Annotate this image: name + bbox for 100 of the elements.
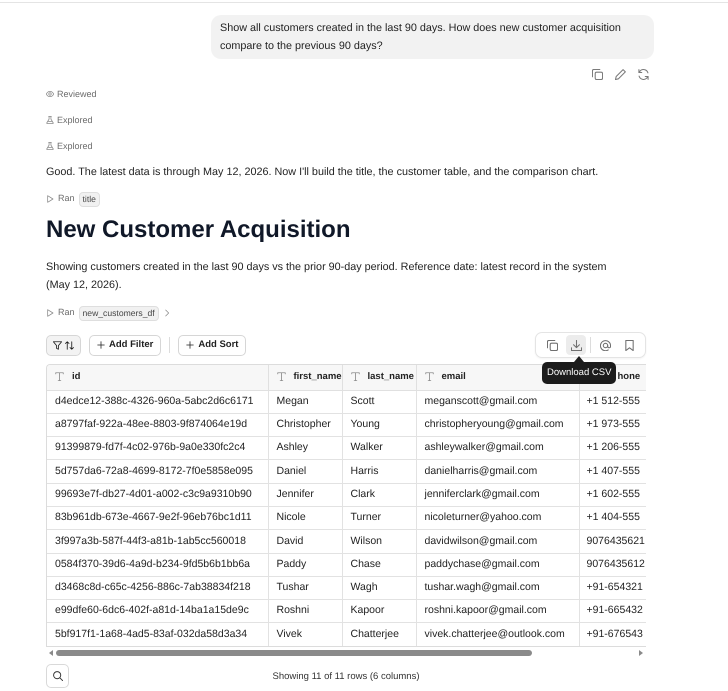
table-cell: +91-676543 <box>579 622 646 646</box>
table-cell: 9076435621 <box>579 530 646 554</box>
table-cell: tushar.wagh@gmail.com <box>416 576 579 600</box>
table-cell: +1 407-555 <box>579 460 646 484</box>
table-cell: a8797faf-922a-48ee-8803-9f874064e19d <box>47 413 268 437</box>
table-cell: 99693e7f-db27-4d01-a002-c3c9a9310b90 <box>47 483 268 506</box>
table-cell: Christopher <box>268 413 342 437</box>
table-cell: Turner <box>342 506 416 530</box>
table-cell: Paddy <box>268 553 342 576</box>
filter-sort-button[interactable] <box>46 334 81 356</box>
add-button[interactable]: Add Sort <box>178 334 246 356</box>
add-button[interactable]: Add Filter <box>89 334 162 356</box>
table-cell: +1 404-555 <box>579 506 646 530</box>
code-cell-tag[interactable]: title <box>78 192 100 206</box>
page-title: New Customer Acquisition <box>46 215 352 245</box>
download-icon <box>570 340 582 350</box>
table-cell: danielharris@gmail.com <box>416 460 579 484</box>
search-icon <box>52 671 62 682</box>
refresh-icon[interactable] <box>638 68 649 80</box>
table-cell: 91399879-fd7f-4c02-976b-9a0e330fc2c4 <box>47 436 268 460</box>
table-cell: 9076435612 <box>579 553 646 576</box>
scrollbar-thumb[interactable] <box>56 650 532 656</box>
table-cell: Scott <box>342 390 416 414</box>
table-cell: davidwilson@gmail.com <box>416 530 579 554</box>
table-cell: Chatterjee <box>342 622 416 646</box>
column-header[interactable]: id <box>47 365 268 390</box>
table-cell: David <box>268 530 342 554</box>
sort-icon <box>65 340 74 350</box>
column-header[interactable]: last_name <box>342 365 416 390</box>
code-cell-tag[interactable]: new_customers_df <box>78 306 159 320</box>
row-count-text: Showing 11 of 11 rows (6 columns) <box>272 670 420 684</box>
table-cell: 5bf917f1-1a68-4ad5-83af-032da58d3a34 <box>47 622 268 646</box>
assistant-message: Good. The latest data is through May 12, 2026. Now I'll build the title, the customer table, and the comparison chart. <box>46 165 600 180</box>
bookmark-icon <box>624 340 634 350</box>
table-cell: Walker <box>342 436 416 460</box>
eye-icon <box>46 90 54 98</box>
table-cell: Harris <box>342 460 416 484</box>
plus-icon <box>186 341 194 349</box>
column-header[interactable]: hone <box>618 370 640 382</box>
table-cell: Daniel <box>268 460 342 484</box>
table-cell: 5d757da6-72a8-4699-8172-7f0e5858e095 <box>47 460 268 484</box>
table-cell: Ashley <box>268 436 342 460</box>
step-toggle[interactable]: Reviewed <box>46 88 97 100</box>
table-cell: vivek.chatterjee@outlook.com <box>416 622 579 646</box>
filter-icon <box>53 340 62 350</box>
table-cell: d3468c8d-c65c-4256-886c-7ab38834f218 <box>47 576 268 600</box>
flask-icon <box>46 142 54 150</box>
table-cell: Clark <box>342 483 416 506</box>
at-sign-icon <box>600 340 610 350</box>
flask-icon <box>46 116 54 124</box>
table-cell: +1 512-555 <box>579 390 646 414</box>
play-icon <box>46 309 54 317</box>
search-button[interactable] <box>46 664 69 688</box>
user-message: Show all customers created in the last 90 days. How does new customer acquisition compare to the previous 90 days? <box>211 15 654 59</box>
run-label: Ran <box>58 192 75 206</box>
copy-icon <box>546 340 558 350</box>
download-button[interactable] <box>566 335 586 355</box>
table-cell: d4edce12-388c-4326-960a-5abc2d6c6171 <box>47 390 268 414</box>
table-cell: 83b961db-673e-4667-9e2f-96eb76bc1d11 <box>47 506 268 530</box>
table-cell: christopheryoung@gmail.com <box>416 413 579 437</box>
table-cell: meganscott@gmail.com <box>416 390 579 414</box>
text-type-icon <box>55 372 64 382</box>
scroll-right-icon[interactable] <box>639 650 643 656</box>
table-cell: Tushar <box>268 576 342 600</box>
table-cell: +1 602-555 <box>579 483 646 506</box>
text-type-icon <box>350 372 360 382</box>
table-cell: Wilson <box>342 530 416 554</box>
table-cell: +1 206-555 <box>579 436 646 460</box>
table-cell: +1 973-555 <box>579 413 646 437</box>
table-cell: Wagh <box>342 576 416 600</box>
table-cell: Nicole <box>268 506 342 530</box>
table-cell: 0584f370-39d6-4a9d-b234-9fd5b6b1bb6a <box>47 553 268 576</box>
table-cell: nicoleturner@yahoo.com <box>416 506 579 530</box>
copy-icon[interactable] <box>592 68 603 80</box>
table-cell: +91-654321 <box>579 576 646 600</box>
table-cell: Kapoor <box>342 600 416 623</box>
step-toggle[interactable]: Explored <box>46 140 93 152</box>
plus-icon <box>97 341 105 349</box>
table-cell: Chase <box>342 553 416 576</box>
table-cell: ashleywalker@gmail.com <box>416 436 579 460</box>
table-cell: Vivek <box>268 622 342 646</box>
step-toggle[interactable]: Explored <box>46 114 93 126</box>
scroll-left-icon[interactable] <box>49 650 53 656</box>
run-label: Ran <box>58 306 75 320</box>
column-header[interactable]: first_name <box>268 365 342 390</box>
table-cell: jenniferclark@gmail.com <box>416 483 579 506</box>
table-cell: +91-665432 <box>579 600 646 623</box>
table-cell: Young <box>342 413 416 437</box>
table-cell: Megan <box>268 390 342 414</box>
edit-icon[interactable] <box>615 68 626 80</box>
table-cell: Roshni <box>268 600 342 623</box>
play-icon <box>46 195 54 203</box>
chevron-right-icon[interactable] <box>162 309 171 317</box>
text-type-icon <box>276 372 286 382</box>
description-text: Showing customers created in the last 90 days vs the prior 90-day period. Reference date: latest record in the system (May 12, 2026). <box>46 260 608 293</box>
table-cell: roshni.kapoor@gmail.com <box>416 600 579 623</box>
table-cell: paddychase@gmail.com <box>416 553 579 576</box>
table-cell: 3f997a3b-587f-44f3-a81b-1ab5cc560018 <box>47 530 268 554</box>
table-cell: Jennifer <box>268 483 342 506</box>
text-type-icon <box>424 372 434 382</box>
